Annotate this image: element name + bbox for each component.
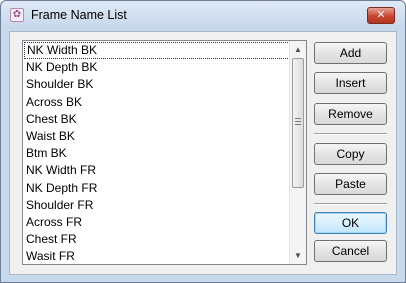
close-icon: ✕ — [376, 9, 386, 21]
list-item[interactable]: Btm BK — [24, 145, 290, 162]
list-item[interactable]: NK Depth BK — [24, 59, 290, 76]
paste-button[interactable]: Paste — [314, 173, 387, 195]
vertical-scrollbar[interactable]: ▲ ▼ — [289, 41, 306, 264]
list-items: NK Width BK NK Depth BK Shoulder BK Across … — [24, 42, 290, 264]
scroll-down-arrow-icon[interactable]: ▼ — [290, 247, 306, 264]
add-button[interactable]: Add — [314, 42, 387, 64]
window-title: Frame Name List — [31, 8, 127, 22]
frame-name-listbox[interactable]: NK Width BK NK Depth BK Shoulder BK Across … — [22, 40, 307, 265]
list-item[interactable]: Across BK — [24, 94, 290, 111]
separator — [314, 133, 387, 135]
list-item[interactable]: NK Width BK — [24, 42, 290, 60]
insert-button[interactable]: Insert — [314, 72, 387, 94]
scroll-up-arrow-icon[interactable]: ▲ — [290, 41, 306, 58]
list-item[interactable]: NK Depth FR — [24, 180, 290, 197]
dialog-body: NK Width BK NK Depth BK Shoulder BK Across … — [9, 31, 397, 275]
list-item[interactable]: Shoulder BK — [24, 76, 290, 93]
list-item[interactable]: Chest FR — [24, 231, 290, 248]
list-item[interactable]: NK Width FR — [24, 162, 290, 179]
ok-button[interactable]: OK — [314, 212, 387, 234]
list-item[interactable]: Chest BK — [24, 111, 290, 128]
app-icon: ✿ — [10, 8, 24, 22]
title-bar[interactable]: ✿ Frame Name List ✕ — [1, 1, 405, 29]
scroll-thumb[interactable] — [292, 58, 304, 188]
list-item[interactable]: Shoulder FR — [24, 197, 290, 214]
separator — [314, 203, 387, 205]
frame-name-list-dialog: ✿ Frame Name List ✕ NK Width BK NK Depth … — [0, 0, 406, 283]
close-button[interactable]: ✕ — [367, 7, 395, 24]
list-item[interactable]: Wasit FR — [24, 248, 290, 264]
list-item[interactable]: Across FR — [24, 214, 290, 231]
copy-button[interactable]: Copy — [314, 143, 387, 165]
list-item[interactable]: Waist BK — [24, 128, 290, 145]
cancel-button[interactable]: Cancel — [314, 240, 387, 262]
thumb-grip-icon — [295, 118, 301, 125]
remove-button[interactable]: Remove — [314, 103, 387, 125]
